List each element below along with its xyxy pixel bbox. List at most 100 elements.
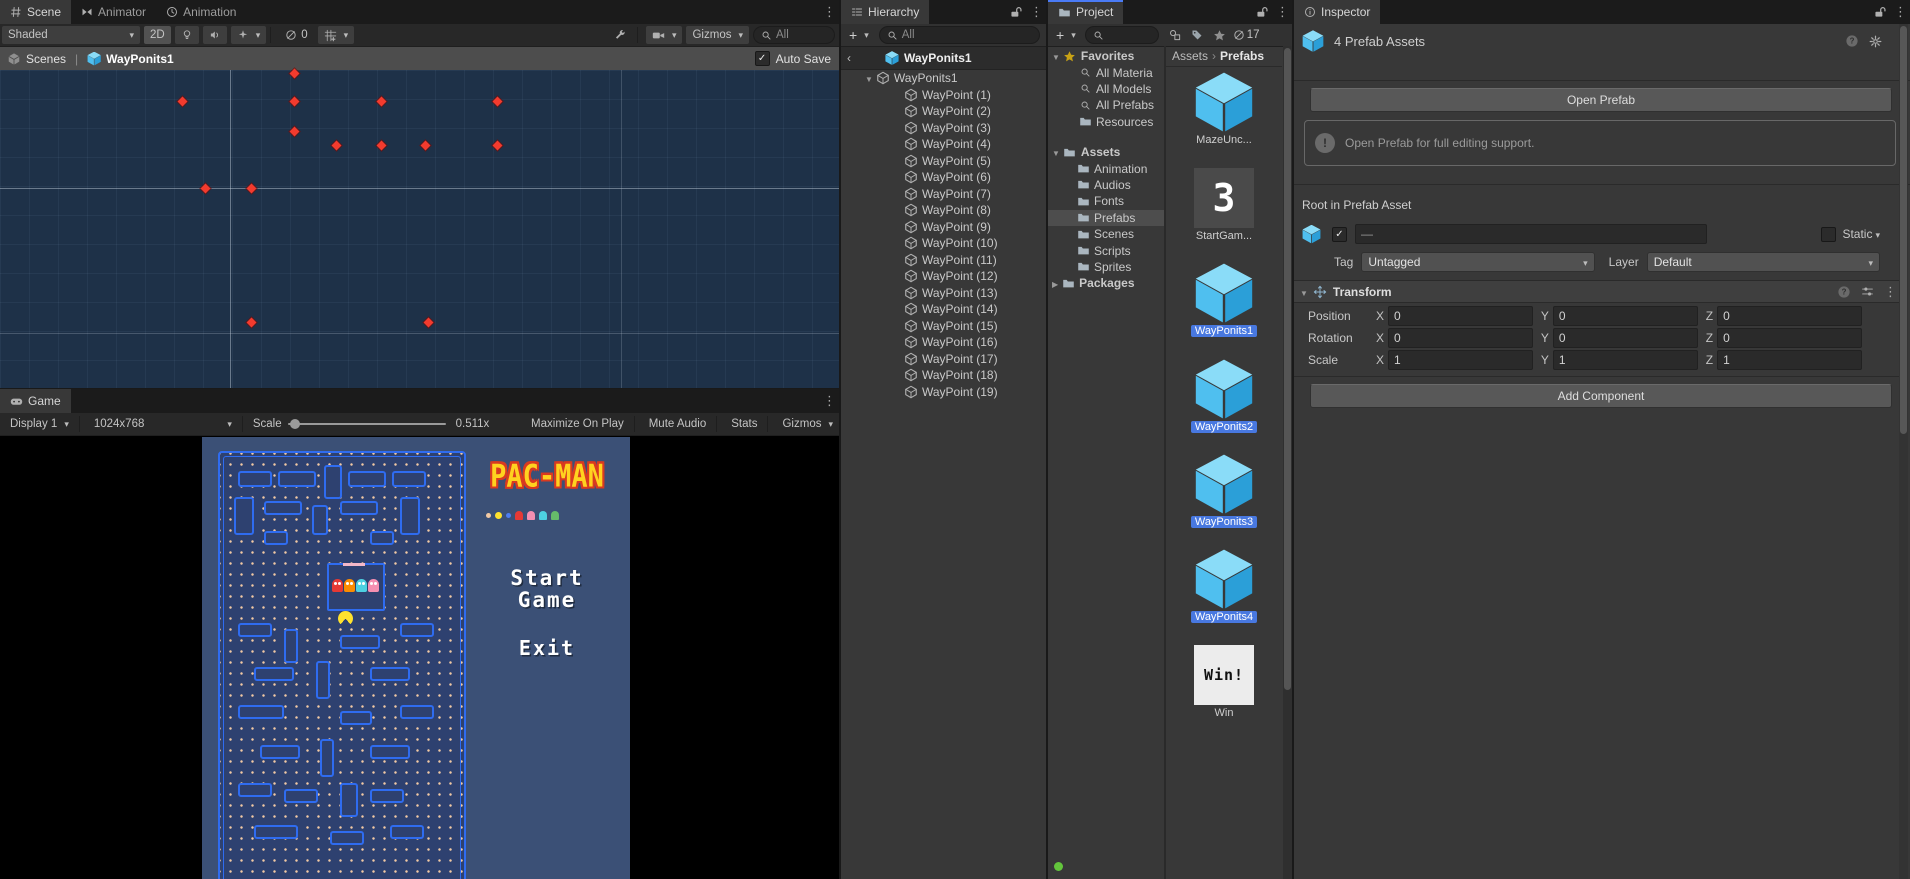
asset-tile-mazeunc[interactable]: MazeUnc...	[1166, 72, 1282, 146]
hierarchy-item[interactable]: WayPoint (10)	[841, 235, 1046, 252]
hierarchy-item[interactable]: WayPoint (6)	[841, 169, 1046, 186]
static-dropdown-arrow[interactable]	[1872, 227, 1880, 241]
favorites-group[interactable]: Favorites	[1048, 48, 1164, 64]
waypoint-gizmo[interactable]	[289, 96, 300, 107]
breadcrumb-root[interactable]: Assets	[1172, 49, 1208, 63]
create-object-button[interactable]: +	[845, 26, 873, 44]
inspector-scrollbar[interactable]	[1899, 24, 1908, 879]
game-kebab-icon[interactable]: ⋮	[823, 393, 836, 409]
waypoint-gizmo[interactable]	[376, 96, 387, 107]
scene-lighting-button[interactable]	[174, 26, 199, 44]
tag-dropdown[interactable]: Untagged	[1361, 252, 1595, 272]
scene-tools-button[interactable]	[608, 26, 633, 44]
hierarchy-item[interactable]: WayPoint (2)	[841, 103, 1046, 120]
tab-animator[interactable]: Animator	[71, 0, 156, 24]
folder-prefabs-selected[interactable]: Prefabs	[1048, 209, 1164, 226]
hierarchy-item[interactable]: WayPoint (9)	[841, 219, 1046, 236]
folder-audios[interactable]: Audios	[1048, 177, 1164, 193]
tab-game[interactable]: Game	[0, 389, 71, 413]
waypoint-gizmo[interactable]	[289, 68, 300, 79]
waypoint-gizmo[interactable]	[331, 140, 342, 151]
hierarchy-item[interactable]: WayPoint (11)	[841, 252, 1046, 269]
hidden-objects-button[interactable]: 0	[279, 26, 313, 44]
rotation-z-field[interactable]: 0	[1717, 327, 1862, 348]
display-dropdown[interactable]: Display 1	[4, 415, 75, 433]
unlock-icon[interactable]	[1255, 6, 1268, 19]
2d-toggle-button[interactable]: 2D	[144, 26, 171, 44]
hierarchy-item[interactable]: WayPoint (16)	[841, 334, 1046, 351]
scene-kebab-icon[interactable]: ⋮	[823, 4, 836, 20]
assets-group[interactable]: Assets	[1048, 144, 1164, 160]
add-component-button[interactable]: Add Component	[1310, 384, 1892, 408]
favorites-resources[interactable]: Resources	[1048, 114, 1164, 130]
favorites-star-icon[interactable]	[1213, 29, 1226, 42]
asset-tile-wayponits2[interactable]: WayPonits2	[1166, 359, 1282, 433]
scene-camera-dropdown[interactable]	[645, 26, 683, 44]
scene-effects-dropdown[interactable]	[230, 26, 267, 44]
unlock-icon[interactable]	[1009, 6, 1022, 19]
hierarchy-item[interactable]: WayPoint (19)	[841, 384, 1046, 401]
hierarchy-item[interactable]: WayPoint (15)	[841, 318, 1046, 335]
breadcrumb-scenes[interactable]: Scenes	[26, 52, 66, 66]
inspector-kebab-icon[interactable]: ⋮	[1894, 4, 1907, 20]
hierarchy-item[interactable]: WayPoint (14)	[841, 301, 1046, 318]
grid-snap-dropdown[interactable]	[317, 26, 355, 44]
start-game-button[interactable]: Start Game	[464, 567, 630, 611]
hierarchy-item[interactable]: WayPoint (1)	[841, 87, 1046, 104]
unlock-icon[interactable]	[1873, 6, 1886, 19]
game-gizmos-dropdown[interactable]: Gizmos	[776, 415, 839, 433]
preset-icon[interactable]	[1861, 285, 1874, 298]
tab-scene[interactable]: Scene	[0, 0, 72, 24]
inspector-scrollbar-thumb[interactable]	[1900, 26, 1907, 434]
exit-button[interactable]: Exit	[464, 636, 630, 660]
prefab-mode-header[interactable]: ‹ WayPonits1	[841, 47, 1046, 70]
static-checkbox[interactable]	[1821, 226, 1837, 242]
search-by-label-icon[interactable]	[1191, 29, 1203, 41]
resolution-dropdown[interactable]: 1024x768	[88, 415, 238, 433]
asset-tile-startgame[interactable]: 3 StartGam...	[1166, 168, 1282, 242]
scale-x-field[interactable]: 1	[1388, 349, 1533, 370]
hierarchy-item[interactable]: WayPoint (12)	[841, 268, 1046, 285]
folder-scenes[interactable]: Scenes	[1048, 226, 1164, 242]
hierarchy-item[interactable]: WayPoint (4)	[841, 136, 1046, 153]
favorites-all-materials[interactable]: All Materia	[1048, 64, 1164, 80]
name-field[interactable]: —	[1355, 224, 1707, 244]
hierarchy-item[interactable]: WayPoint (5)	[841, 153, 1046, 170]
scale-slider-knob[interactable]	[289, 419, 300, 429]
scale-slider[interactable]	[287, 419, 446, 429]
folder-animation[interactable]: Animation	[1048, 160, 1164, 176]
project-scrollbar-thumb[interactable]	[1284, 48, 1291, 690]
favorites-all-models[interactable]: All Models	[1048, 81, 1164, 97]
open-prefab-button[interactable]: Open Prefab	[1310, 88, 1892, 112]
waypoint-gizmo[interactable]	[200, 183, 211, 194]
hierarchy-item[interactable]: WayPoint (3)	[841, 120, 1046, 137]
transform-kebab-icon[interactable]: ⋮	[1884, 284, 1897, 300]
packages-group[interactable]: Packages	[1048, 275, 1164, 291]
breadcrumb-current[interactable]: Prefabs	[1220, 49, 1264, 63]
folder-scripts[interactable]: Scripts	[1048, 242, 1164, 258]
mute-audio-button[interactable]: Mute Audio	[643, 415, 713, 433]
hierarchy-item[interactable]: WayPoint (18)	[841, 367, 1046, 384]
scene-canvas[interactable]	[0, 68, 839, 388]
project-search-input[interactable]	[1084, 26, 1159, 44]
project-scrollbar[interactable]	[1283, 46, 1292, 879]
help-icon[interactable]: ?	[1837, 285, 1851, 299]
position-x-field[interactable]: 0	[1388, 305, 1533, 326]
maximize-on-play-button[interactable]: Maximize On Play	[525, 415, 630, 433]
scene-search-input[interactable]: All	[753, 26, 835, 44]
folder-fonts[interactable]: Fonts	[1048, 193, 1164, 209]
transform-component-header[interactable]: Transform ? ⋮	[1294, 280, 1900, 303]
position-y-field[interactable]: 0	[1552, 305, 1698, 326]
hierarchy-item[interactable]: WayPoint (7)	[841, 186, 1046, 203]
project-kebab-icon[interactable]: ⋮	[1276, 4, 1289, 20]
tab-inspector[interactable]: Inspector	[1294, 0, 1381, 24]
scale-z-field[interactable]: 1	[1717, 349, 1862, 370]
hierarchy-search-input[interactable]: All	[878, 26, 1040, 44]
favorites-all-prefabs[interactable]: All Prefabs	[1048, 97, 1164, 113]
shading-mode-dropdown[interactable]: Shaded	[2, 26, 140, 44]
position-z-field[interactable]: 0	[1717, 305, 1862, 326]
hierarchy-root-item[interactable]: WayPonits1	[841, 70, 1046, 87]
hierarchy-item[interactable]: WayPoint (13)	[841, 285, 1046, 302]
hierarchy-kebab-icon[interactable]: ⋮	[1030, 4, 1043, 20]
folder-sprites[interactable]: Sprites	[1048, 259, 1164, 275]
